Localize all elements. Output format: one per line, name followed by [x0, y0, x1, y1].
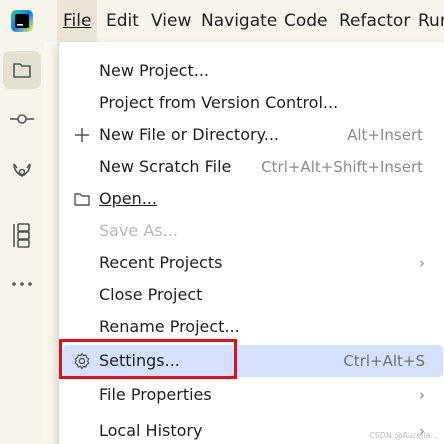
menubar-edit[interactable]: Edit [106, 0, 139, 42]
menu-item-new-file-or-directory[interactable]: New File or Directory... Alt+Insert [59, 119, 444, 151]
menu-item-label: Close Project [99, 285, 203, 304]
menu-item-label: Open... [99, 189, 157, 208]
menubar-navigate[interactable]: Navigate [201, 0, 277, 42]
menu-item-shortcut: Ctrl+Alt+Shift+Insert [261, 158, 423, 176]
folder-icon [73, 190, 91, 208]
menu-item-project-from-vcs[interactable]: Project from Version Control... [59, 87, 444, 119]
git-branch-icon[interactable] [3, 151, 41, 189]
menu-item-label: Save As... [99, 221, 178, 240]
plus-icon [73, 126, 91, 144]
chevron-right-icon: › [419, 254, 425, 272]
menu-item-recent-projects[interactable]: Recent Projects › [59, 247, 444, 279]
menu-item-label: Project from Version Control... [99, 93, 339, 112]
menu-item-save-as: Save As... [59, 215, 444, 247]
menubar: File Edit View Navigate Code Refactor Ru… [0, 0, 444, 42]
menu-item-shortcut: Ctrl+Alt+S [343, 352, 425, 370]
menu-item-file-properties[interactable]: File Properties › [59, 379, 444, 411]
menubar-view[interactable]: View [151, 0, 191, 42]
menu-item-new-scratch-file[interactable]: New Scratch File Ctrl+Alt+Shift+Insert [59, 151, 444, 183]
menu-item-label: New Scratch File [99, 157, 232, 176]
chevron-right-icon: › [419, 386, 425, 404]
structure-icon[interactable] [3, 216, 41, 254]
menu-item-label: Recent Projects [99, 253, 223, 272]
folder-icon[interactable] [3, 51, 41, 89]
menubar-refactor[interactable]: Refactor [339, 0, 410, 42]
menubar-code[interactable]: Code [284, 0, 328, 42]
menu-item-label: New Project... [99, 61, 209, 80]
menubar-file[interactable]: File [57, 0, 98, 42]
menu-item-label: Local History [99, 421, 203, 440]
menu-item-shortcut: Alt+Insert [347, 126, 423, 144]
app-logo-icon[interactable] [10, 9, 34, 33]
menubar-file-label: File [63, 11, 92, 31]
menu-item-label: File Properties [99, 385, 212, 404]
watermark: CSDN @Aurelia... [369, 431, 438, 440]
tool-window-strip [0, 42, 44, 444]
menu-item-open[interactable]: Open... [59, 183, 444, 215]
commit-icon[interactable] [3, 100, 41, 138]
menu-item-new-project[interactable]: New Project... [59, 55, 444, 87]
menubar-run[interactable]: Run [418, 0, 444, 42]
file-menu: New Project... Project from Version Cont… [58, 42, 444, 444]
menu-item-label: New File or Directory... [99, 125, 280, 144]
menu-item-close-project[interactable]: Close Project [59, 279, 444, 311]
highlight-callout-box [59, 339, 237, 379]
more-icon[interactable] [3, 265, 41, 303]
